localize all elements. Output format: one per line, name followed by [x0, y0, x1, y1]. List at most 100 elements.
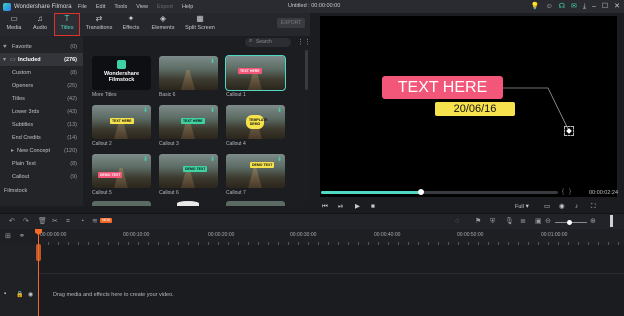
title-tile-callout-7[interactable]: ⬇ DEMO TEXT [226, 154, 285, 188]
download-icon[interactable]: ⬇ [210, 107, 215, 114]
render-icon[interactable]: ▭ [544, 201, 550, 213]
quality-select[interactable]: Full ▾ [515, 201, 537, 210]
crop-icon[interactable]: ⌗ [66, 216, 70, 228]
maximize-icon[interactable]: ☐ [602, 2, 608, 11]
sidebar-item-plain-text[interactable]: Plain Text (8) [0, 157, 83, 170]
tab-media[interactable]: ▭ Media [4, 14, 24, 35]
tab-titles[interactable]: T Titles [54, 13, 80, 36]
library-scrollbar[interactable] [305, 50, 308, 90]
title-tile-basic-6[interactable]: ⬇ [159, 56, 218, 90]
search-input[interactable]: ⌕ Search [245, 38, 291, 47]
menu-edit[interactable]: Edit [96, 4, 105, 10]
title-tile-callout-3[interactable]: ⬇ TEXT HERE [159, 105, 218, 139]
marker-icon[interactable]: ⚑ [475, 216, 481, 228]
add-track-icon[interactable]: ⊞ [5, 232, 11, 240]
render-preview-icon[interactable]: ◌ [455, 216, 459, 228]
app-name: Wondershare Filmora [14, 3, 72, 10]
sidebar-item-callout[interactable]: Callout (9) [0, 170, 83, 183]
download-icon[interactable]: ⬇ [277, 107, 282, 114]
play-icon[interactable]: ▶ [355, 201, 360, 213]
preview-date-text[interactable]: 20/06/16 [435, 102, 515, 116]
mic-icon[interactable]: 🎙 [505, 216, 514, 228]
tab-transitions[interactable]: ⇄ Transitions [84, 14, 114, 35]
title-tile-partial[interactable] [226, 201, 285, 206]
sidebar-item-new-concept[interactable]: ▸ New Concept (120) [0, 144, 83, 157]
snapshot-icon[interactable]: ◉ [559, 201, 565, 213]
gift-icon[interactable]: ✉ [571, 2, 577, 11]
voiceover-icon[interactable]: ▣ [535, 216, 542, 228]
cut-icon[interactable]: ✂ [52, 216, 58, 228]
redo-icon[interactable]: ↷ [23, 216, 29, 228]
mark-in-out-icon[interactable]: { } [562, 189, 571, 195]
tab-effects[interactable]: ✦ Effects [120, 14, 142, 35]
shield-icon[interactable]: ⛨ [490, 216, 495, 228]
download-icon[interactable]: ⬇ [143, 156, 148, 163]
menu-tools[interactable]: Tools [114, 4, 127, 10]
download-icon[interactable]: ⤓ [583, 2, 586, 11]
sidebar-item-subtitles[interactable]: Subtitles (13) [0, 118, 83, 131]
title-tile-partial[interactable] [159, 201, 218, 206]
playhead-marker[interactable] [36, 244, 41, 261]
title-tile-callout-4[interactable]: ⬇ TEMPLATE DEMO [226, 105, 285, 139]
eye-icon[interactable]: ◉ [28, 291, 33, 298]
sidebar-item-custom[interactable]: Custom (8) [0, 66, 83, 79]
preview-title-text[interactable]: TEXT HERE [382, 76, 503, 99]
title-tile-partial[interactable] [92, 201, 151, 206]
mixer-icon[interactable]: ≣ [520, 216, 526, 228]
download-icon[interactable]: ⬇ [210, 58, 215, 65]
title-bar: Wondershare Filmora File Edit Tools View… [0, 0, 624, 13]
headset-icon[interactable]: ☊ [559, 2, 565, 11]
sidebar-item-end-credits[interactable]: End Credits (14) [0, 131, 83, 144]
title-tile-callout-1[interactable]: TEXT HERE [225, 55, 286, 91]
callout-anchor-handle[interactable] [564, 126, 574, 136]
volume-icon[interactable]: ♪ [575, 201, 578, 213]
audio-wave-icon[interactable]: ≋ [92, 216, 98, 228]
timeline-ruler[interactable]: ⊞ ⚭ 00:00:00:00 00:00:10:00 00:00:20:00 … [0, 229, 624, 245]
download-icon[interactable]: ⬇ [277, 156, 282, 163]
menu-file[interactable]: File [78, 4, 87, 10]
undo-icon[interactable]: ↶ [9, 216, 15, 228]
speed-icon[interactable]: ◔ [80, 216, 84, 228]
tab-split-screen[interactable]: ▦ Split Screen [184, 14, 216, 35]
zoom-out-icon[interactable]: ⊖ [545, 216, 551, 228]
menu-export[interactable]: Export [157, 4, 173, 10]
download-icon[interactable]: ⬇ [143, 107, 148, 114]
preview-screen[interactable]: TEXT HERE 20/06/16 [320, 16, 617, 197]
zoom-in-icon[interactable]: ⊕ [590, 216, 596, 228]
title-tile-callout-5[interactable]: ⬇ DEMO TEXT [92, 154, 151, 188]
sidebar-item-count: (43) [67, 108, 77, 115]
preview-progress-knob[interactable] [417, 189, 424, 195]
preview-progress-bar[interactable] [321, 189, 558, 195]
link-icon[interactable]: ⚭ [19, 232, 25, 240]
play-frame-icon[interactable]: ⏯ [338, 201, 343, 213]
title-tile-callout-2[interactable]: ⬇ TEXT HERE [92, 105, 151, 139]
zoom-slider-knob[interactable] [567, 220, 572, 225]
sidebar-item-openers[interactable]: Openers (25) [0, 79, 83, 92]
delete-icon[interactable]: 🗑 [38, 216, 47, 228]
sidebar-item-titles[interactable]: Titles (42) [0, 92, 83, 105]
lock-icon[interactable]: 🔒 [16, 291, 23, 298]
export-button[interactable]: EXPORT [277, 18, 305, 28]
menu-view[interactable]: View [136, 4, 148, 10]
filmstock-tile[interactable]: Wondershare Filmstock [92, 56, 151, 90]
grid-view-icon[interactable]: ⋮⋮ [297, 38, 311, 46]
download-icon[interactable]: ⬇ [210, 156, 215, 163]
previous-frame-icon[interactable]: ⏮ [322, 201, 328, 213]
fullscreen-icon[interactable]: ⛶ [591, 201, 596, 213]
stop-icon[interactable]: ■ [371, 201, 375, 213]
menu-help[interactable]: Help [182, 4, 193, 10]
sidebar-item-lower-3rds[interactable]: Lower 3rds (43) [0, 105, 83, 118]
timeline-tracks[interactable]: ▪ 🔒 ◉ Drag media and effects here to cre… [0, 245, 624, 316]
tab-elements[interactable]: ◈ Elements [150, 14, 176, 35]
minimize-icon[interactable]: – [592, 2, 596, 11]
account-icon[interactable]: ☺ [546, 2, 553, 11]
tab-audio[interactable]: ♫ Audio [30, 14, 50, 35]
filmstock-link[interactable]: Filmstock [4, 188, 27, 194]
title-tile-callout-6[interactable]: ⬇ DEMO TEXT [159, 154, 218, 188]
close-icon[interactable]: ✕ [614, 2, 620, 11]
bulb-icon[interactable]: 💡 [531, 2, 540, 11]
sidebar-item-favorite[interactable]: ♥ Favorite (0) [0, 40, 83, 53]
timeline-vertical-handle[interactable] [610, 215, 613, 227]
sidebar-item-included[interactable]: ▾ ▭ Included (276) [0, 53, 83, 66]
tab-titles-label: Titles [60, 25, 74, 31]
